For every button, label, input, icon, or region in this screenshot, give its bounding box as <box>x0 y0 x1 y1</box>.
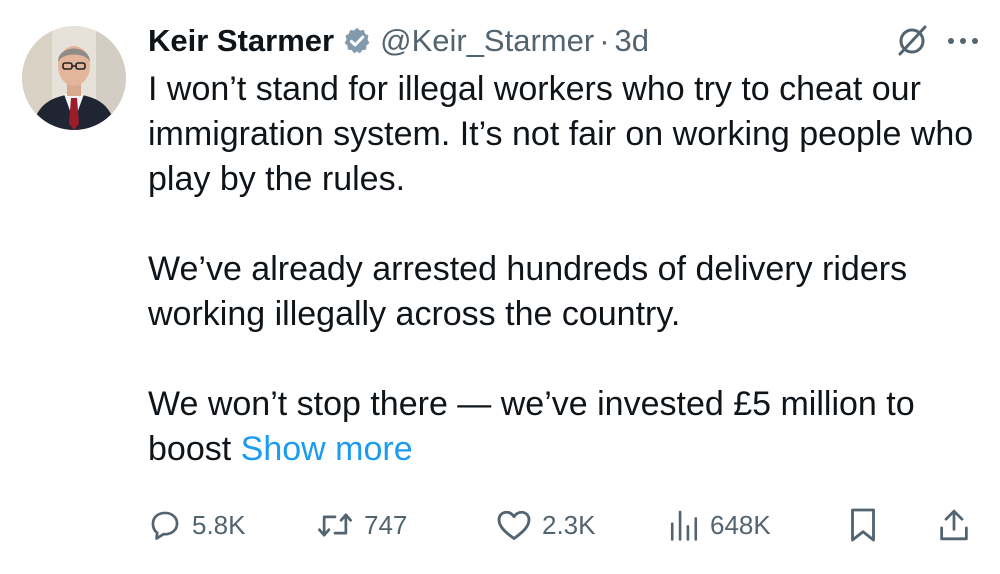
grok-icon[interactable] <box>894 23 930 59</box>
tweet-actions: 5.8K 747 2.3K 648K <box>148 500 978 550</box>
repost-icon <box>316 508 354 542</box>
bookmark-button[interactable] <box>848 500 878 550</box>
tweet-paragraph: I won’t stand for illegal workers who tr… <box>148 70 974 198</box>
show-more-link[interactable]: Show more <box>241 430 413 468</box>
author-handle[interactable]: @Keir_Starmer <box>380 23 594 59</box>
reply-count: 5.8K <box>192 509 246 540</box>
like-count: 2.3K <box>542 509 596 540</box>
share-icon <box>938 507 970 543</box>
author-name[interactable]: Keir Starmer <box>148 23 334 59</box>
reply-icon <box>148 508 182 542</box>
header-actions <box>894 23 980 59</box>
share-button[interactable] <box>938 500 970 550</box>
verified-badge-icon <box>342 26 372 56</box>
profile-photo <box>22 26 126 130</box>
like-button[interactable]: 2.3K <box>496 500 596 550</box>
timestamp[interactable]: 3d <box>615 23 649 59</box>
repost-count: 747 <box>364 509 408 540</box>
views-chart-icon <box>668 508 700 542</box>
reply-button[interactable]: 5.8K <box>148 500 246 550</box>
views-count: 648K <box>710 509 771 540</box>
more-options-icon[interactable] <box>946 36 980 46</box>
tweet-paragraph: We’ve already arrested hundreds of deliv… <box>148 250 908 333</box>
repost-button[interactable]: 747 <box>316 500 407 550</box>
tweet-header: Keir Starmer @Keir_Starmer · 3d <box>148 14 980 68</box>
tweet-text: I won’t stand for illegal workers who tr… <box>148 67 988 472</box>
tweet-paragraph-truncated: We won’t stop there — we’ve invested £5 … <box>148 382 988 472</box>
bookmark-icon <box>848 507 878 543</box>
heart-icon <box>496 508 532 542</box>
avatar[interactable] <box>22 26 126 130</box>
separator-dot: · <box>599 23 610 58</box>
views-button[interactable]: 648K <box>668 500 771 550</box>
